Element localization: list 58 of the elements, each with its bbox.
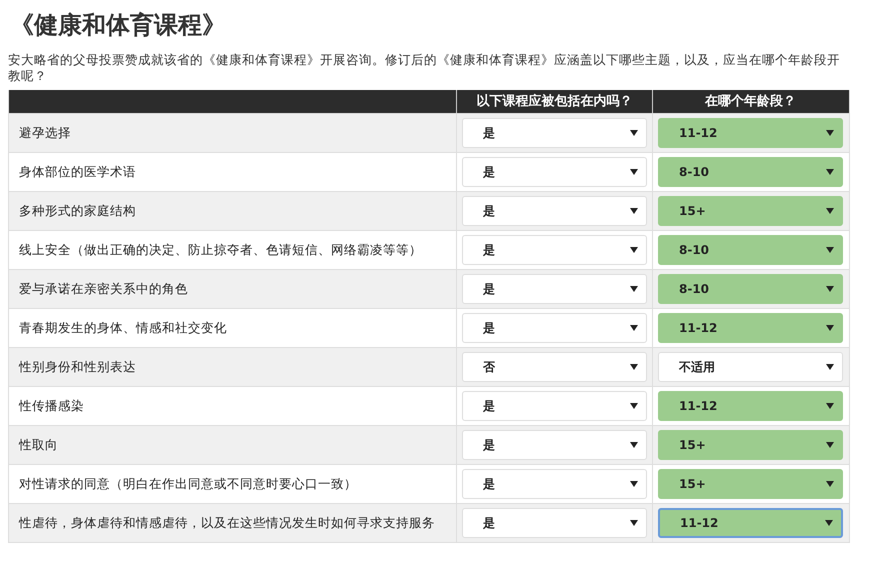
include-dropdown[interactable]: 是 — [462, 235, 647, 265]
caret-icon — [826, 208, 834, 214]
topic-text: 对性请求的同意（明白在作出同意或不同意时要心口一致） — [19, 476, 357, 492]
include-dropdown[interactable]: 是 — [462, 430, 647, 460]
include-dropdown[interactable]: 否 — [462, 352, 647, 382]
caret-icon — [826, 286, 834, 292]
topic-text: 性别身份和性别表达 — [19, 358, 136, 376]
caret-icon — [630, 364, 638, 370]
include-dropdown[interactable]: 是 — [462, 274, 647, 304]
intro-text: 安大略省的父母投票赞成就该省的《健康和体育课程》开展咨询。修订后的《健康和体育课程》应涵盖以下哪些主题，以及，应当在哪个年龄段开 — [8, 52, 841, 68]
include-dropdown[interactable]: 是 — [462, 391, 647, 421]
age-dropdown[interactable]: 8-10 — [658, 274, 843, 304]
age-dropdown[interactable]: 11-12 — [658, 313, 843, 343]
caret-icon — [630, 247, 638, 253]
caret-icon — [826, 247, 834, 253]
intro-text: 教呢？ — [8, 68, 48, 84]
caret-icon — [630, 208, 638, 214]
caret-icon — [826, 442, 834, 448]
topic-text: 线上安全（做出正确的决定、防止掠夺者、色请短信、网络霸凌等等） — [19, 242, 422, 258]
caret-icon — [630, 442, 638, 448]
topic-text: 爱与承诺在亲密关系中的角色 — [19, 280, 188, 298]
age-dropdown[interactable]: 8-10 — [658, 157, 843, 187]
age-dropdown[interactable]: 15+ — [658, 196, 843, 226]
caret-icon — [825, 520, 833, 526]
caret-icon — [630, 169, 638, 175]
caret-icon — [826, 325, 834, 331]
topic-text: 多种形式的家庭结构 — [19, 202, 136, 220]
caret-icon — [826, 169, 834, 175]
caret-icon — [630, 520, 638, 526]
age-dropdown[interactable]: 11-12 — [658, 508, 843, 538]
topic-text: 身体部位的医学术语 — [19, 164, 136, 180]
caret-icon — [630, 130, 638, 136]
include-dropdown[interactable]: 是 — [462, 469, 647, 499]
age-dropdown[interactable]: 11-12 — [658, 118, 843, 148]
caret-icon — [630, 286, 638, 292]
age-dropdown[interactable]: 8-10 — [658, 235, 843, 265]
include-dropdown[interactable]: 是 — [462, 196, 647, 226]
caret-icon — [826, 364, 834, 370]
age-dropdown[interactable]: 11-12 — [658, 391, 843, 421]
age-dropdown[interactable]: 15+ — [658, 469, 843, 499]
caret-icon — [826, 403, 834, 409]
page-title: 《健康和体育课程》 — [9, 10, 227, 41]
age-dropdown[interactable]: 15+ — [658, 430, 843, 460]
caret-icon — [826, 481, 834, 487]
topic-text: 性虐待，身体虐待和情感虐待，以及在这些情况发生时如何寻求支持服务 — [19, 514, 435, 532]
topic-text: 性取向 — [19, 436, 58, 454]
topic-text: 性传播感染 — [19, 398, 84, 414]
include-dropdown[interactable]: 是 — [462, 508, 647, 538]
caret-icon — [826, 130, 834, 136]
include-dropdown[interactable]: 是 — [462, 157, 647, 187]
caret-icon — [630, 325, 638, 331]
topic-text: 青春期发生的身体、情感和社交变化 — [19, 320, 227, 336]
age-dropdown[interactable]: 不适用 — [658, 352, 843, 382]
include-dropdown[interactable]: 是 — [462, 118, 647, 148]
caret-icon — [630, 481, 638, 487]
topic-text: 避孕选择 — [19, 124, 71, 142]
include-dropdown[interactable]: 是 — [462, 313, 647, 343]
caret-icon — [630, 403, 638, 409]
